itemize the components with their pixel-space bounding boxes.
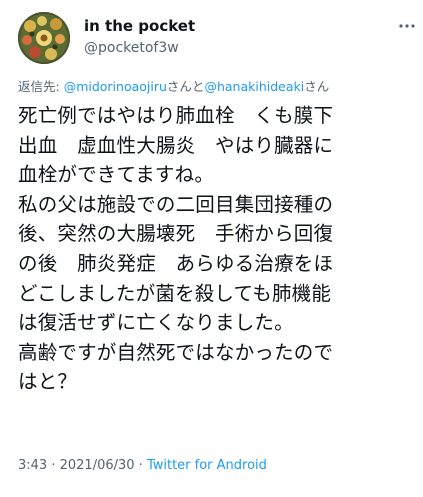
tweet-text-line: 血栓ができてますね。 (18, 163, 215, 187)
avatar[interactable] (18, 12, 70, 64)
tweet-text: 死亡例ではやはり肺血栓 くも膜下 出血 虚血性大腸炎 やはり臓器に 血栓ができて… (18, 101, 418, 397)
avatar-image (18, 12, 70, 64)
tweet-source-link[interactable]: Twitter for Android (147, 458, 267, 473)
reply-suffix: さん (304, 79, 330, 94)
tweet-text-line: はと？ (18, 370, 78, 394)
reply-to-line: 返信先: @midorinoaojiruさんと@hanakihideakiさん (18, 76, 329, 95)
reply-user-link-2[interactable]: @hanakihideaki (204, 79, 304, 94)
meta-separator: · (47, 458, 60, 473)
tweet-card: in the pocket @pocketof3w 返信先: @midorino… (0, 0, 423, 497)
tweet-text-line: どこしましたが菌を殺しても肺機能 (18, 281, 332, 305)
tweet-date[interactable]: 2021/06/30 (60, 458, 135, 473)
reply-prefix: 返信先: (18, 79, 64, 94)
user-handle[interactable]: @pocketof3w (84, 40, 179, 56)
tweet-text-line: 死亡例ではやはり肺血栓 くも膜下 (18, 104, 334, 127)
meta-separator: · (134, 458, 147, 473)
tweet-text-line: の後 肺炎発症 あらゆる治療をほ (18, 251, 334, 275)
reply-joiner: さんと (166, 79, 205, 94)
tweet-text-line: は復活せずに亡くなりました。 (18, 311, 294, 335)
tweet-metadata: 3:43 · 2021/06/30 · Twitter for Android (18, 458, 267, 473)
tweet-text-line: 後、突然の大腸壊死 手術から回復 (18, 222, 334, 246)
reply-user-link-1[interactable]: @midorinoaojiru (64, 79, 167, 94)
tweet-text-line: 私の父は施設での二回目集団接種の (18, 192, 334, 216)
tweet-time[interactable]: 3:43 (18, 458, 47, 473)
tweet-text-line: 高齢ですが自然死ではなかったので (18, 340, 334, 364)
more-options-icon[interactable] (398, 16, 416, 28)
tweet-text-line: 出血 虚血性大腸炎 やはり臓器に (18, 133, 334, 157)
display-name[interactable]: in the pocket (84, 17, 195, 35)
